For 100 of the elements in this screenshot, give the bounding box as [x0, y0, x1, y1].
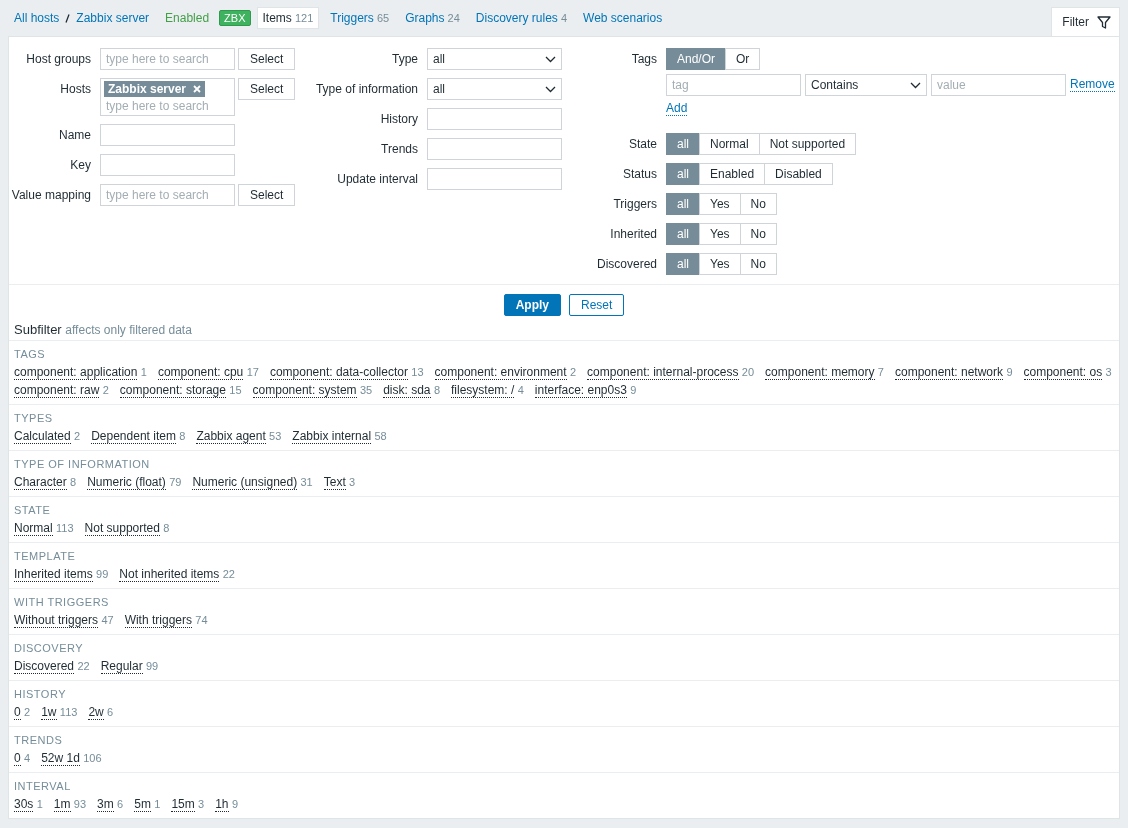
subfilter-link[interactable]: component: data-collector — [269, 365, 408, 380]
subfilter-link[interactable]: 1w — [41, 705, 57, 720]
dropdown[interactable]: all — [427, 78, 562, 100]
subfilter-link[interactable]: component: application — [14, 365, 138, 380]
item-count: 15 — [229, 384, 242, 396]
subfilter-link[interactable]: Without triggers — [14, 613, 99, 628]
subfilter-link[interactable]: disk: sda — [383, 383, 431, 398]
subfilter-link[interactable]: Not supported — [84, 521, 160, 536]
subfilter-link[interactable]: component: raw — [14, 383, 100, 398]
host-tab[interactable]: Items 121 — [256, 7, 320, 29]
reset-button[interactable]: Reset — [569, 294, 625, 316]
subfilter-link[interactable]: component: memory — [765, 365, 875, 380]
subfilter-link[interactable]: component: os — [1023, 365, 1103, 380]
subfilter-heading: STATE — [14, 504, 52, 517]
subfilter-link[interactable]: Zabbix internal — [292, 429, 372, 444]
subfilter-link[interactable]: With triggers — [124, 613, 192, 628]
breadcrumb-link[interactable]: All hosts — [14, 11, 60, 25]
subfilter-link[interactable]: Not inherited items — [119, 567, 220, 582]
subfilter-link[interactable]: 15m — [171, 797, 195, 812]
subfilter-link[interactable]: Character — [14, 475, 67, 490]
segment-button[interactable]: Not supported — [758, 133, 857, 155]
subfilter-link[interactable]: component: storage — [119, 383, 226, 398]
segment-button[interactable]: Or — [725, 48, 761, 70]
item-count: 7 — [877, 366, 884, 378]
funnel-icon — [1097, 15, 1111, 29]
value-field[interactable]: value — [931, 74, 1066, 96]
segment-button[interactable]: No — [739, 253, 777, 275]
item-count: 1 — [140, 366, 147, 378]
segment-button[interactable]: No — [739, 223, 777, 245]
subfilter-link[interactable]: filesystem: / — [451, 383, 515, 398]
subfilter-link[interactable]: Numeric (float) — [87, 475, 166, 490]
host-tab[interactable]: Web scenarios — [578, 8, 668, 28]
subfilter-link[interactable]: 2w — [88, 705, 104, 720]
item-count: 9 — [1006, 366, 1013, 378]
segment-button[interactable]: No — [739, 193, 777, 215]
tag-field[interactable]: tag — [666, 74, 801, 96]
filter-tab[interactable]: Filter — [1051, 7, 1120, 36]
item-count: 99 — [146, 660, 159, 672]
subfilter-link[interactable]: component: cpu — [157, 365, 244, 380]
subfilter-link[interactable]: 3m — [97, 797, 114, 812]
host-tab[interactable]: Graphs 24 — [400, 8, 465, 28]
remove-link[interactable]: Remove — [1070, 78, 1115, 92]
text-field[interactable] — [427, 108, 562, 130]
search-field[interactable]: type here to search — [100, 48, 235, 70]
item-count: 113 — [56, 522, 74, 534]
subfilter-link[interactable]: component: internal-process — [587, 365, 739, 380]
subfilter-link[interactable]: Normal — [14, 521, 53, 536]
subfilter-link[interactable]: component: environment — [434, 365, 567, 380]
subfilter-link[interactable]: Zabbix agent — [196, 429, 266, 444]
segment-button[interactable]: Enabled — [699, 163, 766, 185]
search-field[interactable]: type here to search — [100, 184, 235, 206]
subfilter-heading: INTERVAL — [14, 780, 72, 793]
text-field[interactable] — [427, 168, 562, 190]
subfilter-link[interactable]: Dependent item — [91, 429, 176, 444]
subfilter-link[interactable]: 52w 1d — [41, 751, 80, 766]
segment-button[interactable]: Yes — [699, 253, 741, 275]
subfilter-link[interactable]: Discovered — [14, 659, 75, 674]
item-count: 2 — [74, 430, 81, 442]
breadcrumb-link[interactable]: Zabbix server — [76, 11, 150, 25]
select-button[interactable]: Select — [238, 78, 296, 100]
subfilter-link[interactable]: component: system — [252, 383, 357, 398]
text-field[interactable] — [427, 138, 562, 160]
field-label: Value mapping — [10, 187, 91, 204]
subfilter-link[interactable]: Calculated — [14, 429, 71, 444]
item-count: 6 — [107, 706, 114, 718]
host-tab[interactable]: Discovery rules 4 — [470, 8, 573, 28]
subfilter-link[interactable]: 30s — [14, 797, 34, 812]
subfilter-link[interactable]: Numeric (unsigned) — [192, 475, 298, 490]
select-button[interactable]: Select — [238, 48, 296, 70]
segment-button[interactable]: Yes — [699, 223, 741, 245]
subfilter-link[interactable]: interface: enp0s3 — [534, 383, 627, 398]
segment-button[interactable]: Normal — [699, 133, 760, 155]
field-label: Type of information — [314, 81, 418, 98]
text-field[interactable] — [100, 154, 235, 176]
apply-button[interactable]: Apply — [503, 294, 561, 316]
text-field[interactable] — [100, 124, 235, 146]
subfilter-link[interactable]: 1h — [215, 797, 229, 812]
add-link[interactable]: Add — [666, 101, 688, 116]
host-tab[interactable]: Triggers 65 — [325, 8, 395, 28]
item-count: 3 — [1105, 366, 1112, 378]
subfilter-link[interactable]: Regular — [100, 659, 143, 674]
subfilter-link[interactable]: 0 — [14, 751, 21, 766]
chevron-icon — [910, 81, 921, 89]
subfilter-link[interactable]: 1m — [53, 797, 71, 812]
select-button[interactable]: Select — [238, 184, 296, 206]
subfilter-link[interactable]: 0 — [14, 705, 21, 720]
field-label: State — [627, 136, 657, 153]
subfilter-link[interactable]: Text — [323, 475, 346, 490]
operator-dropdown[interactable]: Contains — [805, 74, 927, 96]
field-label: Discovered — [595, 256, 657, 273]
dropdown[interactable]: all — [427, 48, 562, 70]
subfilter-link[interactable]: 5m — [134, 797, 151, 812]
item-count: 8 — [163, 522, 170, 534]
subfilter-link[interactable]: component: network — [894, 365, 1004, 380]
close-icon[interactable] — [193, 85, 202, 93]
segment-button[interactable]: Yes — [699, 193, 741, 215]
subfilter-link[interactable]: Inherited items — [14, 567, 93, 582]
item-count: 53 — [269, 430, 282, 442]
segment-button[interactable]: Disabled — [764, 163, 833, 185]
field-label: Triggers — [612, 196, 657, 213]
